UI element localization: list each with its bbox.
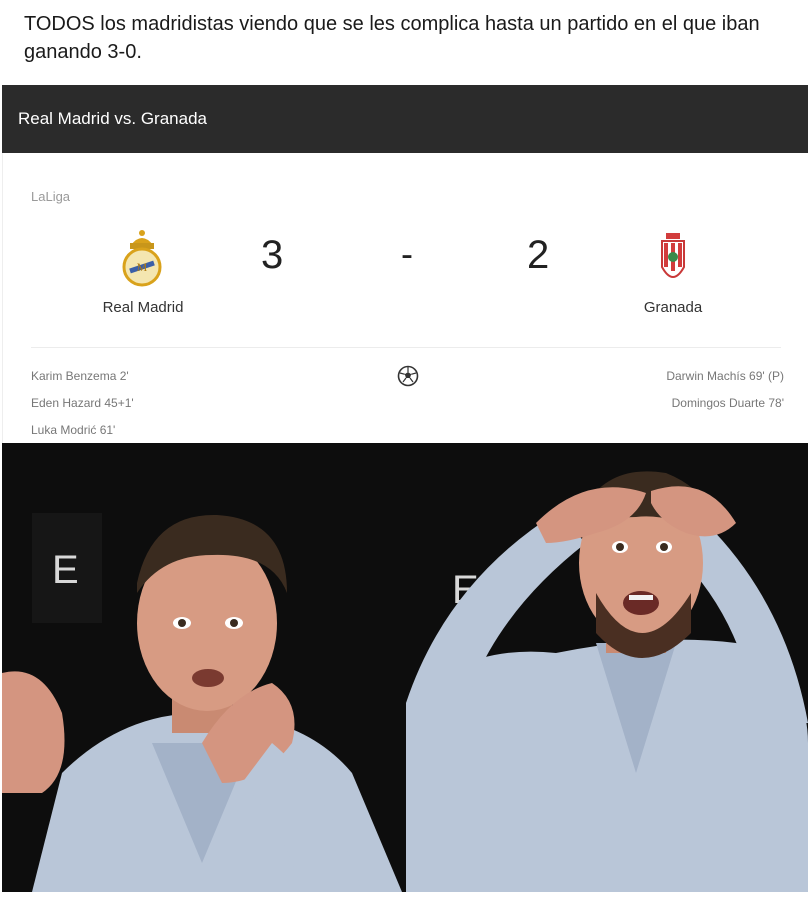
real-madrid-crest-icon[interactable]: M <box>117 227 167 289</box>
svg-text:M: M <box>137 260 148 274</box>
away-team-name[interactable]: Granada <box>603 299 743 316</box>
reaction-photo-left: E <box>2 443 406 892</box>
away-score: 2 <box>527 233 550 277</box>
home-scorer: Karim Benzema 2' <box>31 369 129 383</box>
home-team-name[interactable]: Real Madrid <box>73 299 213 316</box>
bottom-margin <box>0 892 808 900</box>
home-scorers-list: Karim Benzema 2' Eden Hazard 45+1' Luka … <box>31 363 134 444</box>
soccer-ball-icon <box>397 365 419 387</box>
away-scorer: Darwin Machís 69' (P) <box>666 369 784 383</box>
away-scorer: Domingos Duarte 78' <box>671 396 784 410</box>
reaction-photo-right: E <box>406 443 808 892</box>
score-card: LaLiga M Real Madrid 3 - 2 Granada Karim… <box>2 153 808 443</box>
match-header-bar[interactable]: Real Madrid vs. Granada <box>2 85 808 153</box>
league-label: LaLiga <box>31 189 71 204</box>
score-separator: - <box>401 233 413 274</box>
home-score: 3 <box>261 233 284 277</box>
meme-caption: TODOS los madridistas viendo que se les … <box>24 13 760 63</box>
away-scorers-list: Darwin Machís 69' (P) Domingos Duarte 78… <box>666 363 784 417</box>
granada-crest-icon[interactable] <box>658 227 688 289</box>
home-scorer: Luka Modrić 61' <box>31 423 116 437</box>
match-title: Real Madrid vs. Granada <box>18 109 207 128</box>
divider <box>31 347 781 348</box>
svg-text:E: E <box>52 548 79 592</box>
home-scorer: Eden Hazard 45+1' <box>31 396 134 410</box>
